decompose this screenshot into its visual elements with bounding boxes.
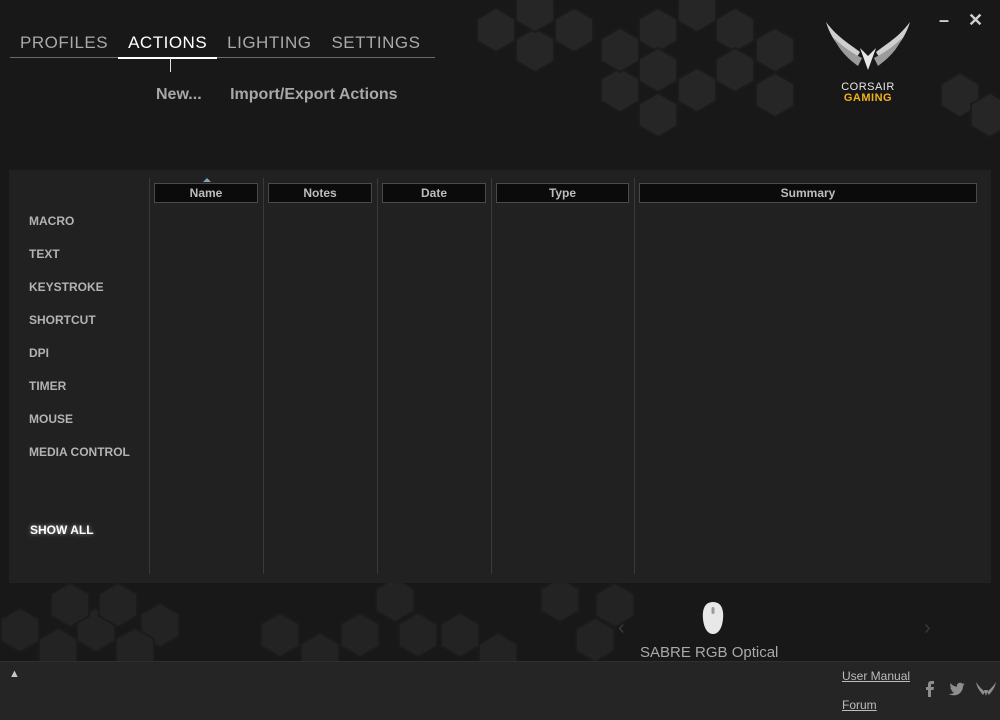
main-nav: PROFILES ACTIONS LIGHTING SETTINGS	[10, 30, 435, 59]
actions-panel: MACRO TEXT KEYSTROKE SHORTCUT DPI TIMER …	[9, 170, 991, 583]
corsair-icon[interactable]	[975, 681, 997, 697]
tab-actions[interactable]: ACTIONS	[118, 30, 218, 59]
category-shortcut[interactable]: SHORTCUT	[29, 313, 130, 346]
column-divider	[377, 178, 378, 574]
next-device-icon[interactable]: ›	[924, 617, 931, 640]
active-tab-indicator	[170, 58, 171, 72]
import-export-actions-button[interactable]: Import/Export Actions	[230, 86, 397, 103]
column-divider	[491, 178, 492, 574]
tab-profiles[interactable]: PROFILES	[10, 30, 118, 57]
category-media-control[interactable]: MEDIA CONTROL	[29, 445, 130, 478]
category-keystroke[interactable]: KEYSTROKE	[29, 280, 130, 313]
user-manual-link[interactable]: User Manual	[842, 669, 910, 683]
category-timer[interactable]: TIMER	[29, 379, 130, 412]
column-divider	[263, 178, 264, 574]
column-divider	[149, 178, 150, 574]
category-dpi[interactable]: DPI	[29, 346, 130, 379]
corsair-gaming-logo: CORSAIR GAMING	[820, 18, 916, 108]
category-text[interactable]: TEXT	[29, 247, 130, 280]
column-header-name[interactable]: Name	[154, 183, 258, 203]
column-header-notes[interactable]: Notes	[268, 183, 372, 203]
category-mouse[interactable]: MOUSE	[29, 412, 130, 445]
header: PROFILES ACTIONS LIGHTING SETTINGS New..…	[0, 0, 1000, 168]
device-name[interactable]: SABRE RGB Optical	[640, 644, 778, 661]
column-header-summary[interactable]: Summary	[639, 183, 977, 203]
previous-device-icon[interactable]: ‹	[618, 617, 625, 640]
logo-line2: GAMING	[843, 92, 893, 104]
column-divider	[634, 178, 635, 574]
new-action-button[interactable]: New...	[156, 86, 202, 103]
sort-ascending-icon	[203, 178, 211, 182]
column-header-date[interactable]: Date	[382, 183, 486, 203]
column-header-type[interactable]: Type	[496, 183, 629, 203]
tab-settings[interactable]: SETTINGS	[321, 30, 430, 57]
show-all-button[interactable]: SHOW ALL	[30, 523, 94, 537]
twitter-icon[interactable]	[948, 681, 966, 697]
action-category-list: MACRO TEXT KEYSTROKE SHORTCUT DPI TIMER …	[29, 214, 130, 478]
device-selector	[0, 583, 1000, 661]
close-button[interactable]: ✕	[968, 10, 983, 31]
category-macro[interactable]: MACRO	[29, 214, 130, 247]
facebook-icon[interactable]	[922, 681, 936, 697]
corsair-sails-icon	[826, 22, 910, 70]
mouse-icon[interactable]	[701, 601, 725, 635]
collapse-up-icon[interactable]: ▲	[9, 668, 20, 680]
forum-link[interactable]: Forum	[842, 698, 877, 712]
actions-toolbar: New... Import/Export Actions	[156, 86, 422, 104]
tab-lighting[interactable]: LIGHTING	[217, 30, 321, 57]
minimize-button[interactable]: –	[939, 10, 949, 31]
